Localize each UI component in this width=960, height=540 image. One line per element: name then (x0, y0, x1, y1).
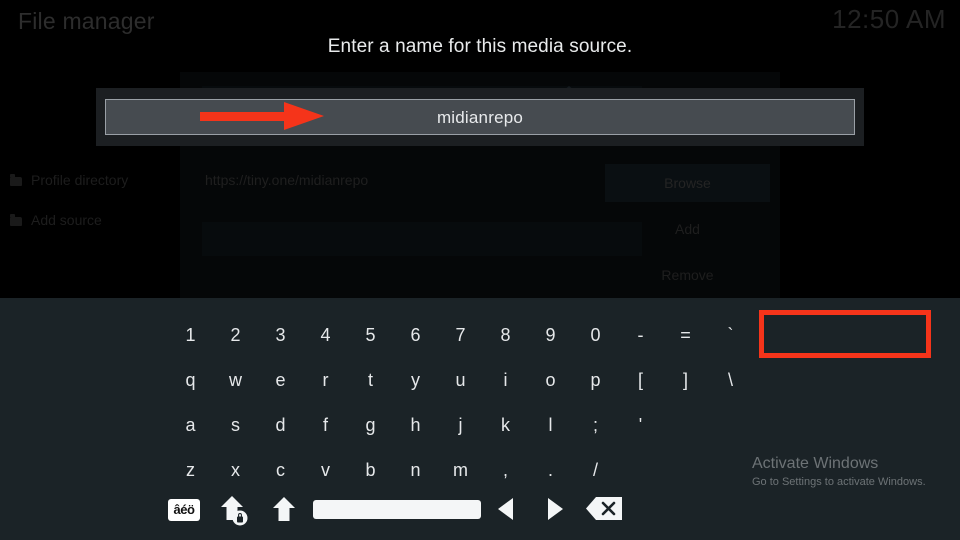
key-s[interactable]: s (213, 404, 258, 446)
key-5[interactable]: 5 (348, 314, 393, 356)
key-1[interactable]: 1 (168, 314, 213, 356)
key-x[interactable]: x (213, 449, 258, 491)
key-[[interactable]: [ (618, 359, 663, 401)
key-`[interactable]: ` (708, 314, 753, 356)
folder-icon (10, 214, 22, 226)
key-c[interactable]: c (258, 449, 303, 491)
annotation-arrow-head (284, 102, 324, 130)
key-0[interactable]: 0 (573, 314, 618, 356)
key-f[interactable]: f (303, 404, 348, 446)
key-p[interactable]: p (573, 359, 618, 401)
key-z[interactable]: z (168, 449, 213, 491)
key-9[interactable]: 9 (528, 314, 573, 356)
remove-button[interactable]: Remove (605, 256, 770, 294)
key-g[interactable]: g (348, 404, 393, 446)
key-q[interactable]: q (168, 359, 213, 401)
watermark-title: Activate Windows (752, 455, 879, 472)
shift-icon (273, 497, 295, 521)
caps-lock-icon (221, 496, 248, 526)
key-3[interactable]: 3 (258, 314, 303, 356)
sidebar-item-profile-directory[interactable]: Profile directory (10, 172, 128, 188)
keyboard-row-bottom: z x c v b n m,. / (168, 449, 748, 494)
sidebar-item-label: Add source (31, 212, 102, 228)
key-a[interactable]: a (168, 404, 213, 446)
key-6[interactable]: 6 (393, 314, 438, 356)
key-w[interactable]: w (213, 359, 258, 401)
backspace-key[interactable] (586, 497, 622, 520)
keyboard-key-grid: 1 2 3 4 5 6 7 8 9 0- = ` q w e r t y u i o p[] \ a s d f g h j k l; ' … (168, 314, 748, 540)
caps-lock-key[interactable] (216, 494, 252, 528)
key-e[interactable]: e (258, 359, 303, 401)
annotation-highlight-ok (759, 310, 931, 358)
folder-icon (10, 174, 22, 186)
key--[interactable]: - (618, 314, 663, 356)
annotation-arrow-icon (200, 102, 324, 130)
cursor-right-key[interactable] (548, 498, 563, 520)
browse-button[interactable]: Browse (605, 164, 770, 202)
clock: 12:50 AM (832, 4, 946, 34)
key-,[interactable]: , (483, 449, 528, 491)
key-t[interactable]: t (348, 359, 393, 401)
keyboard-row-top: q w e r t y u i o p[] \ (168, 359, 748, 404)
key-7[interactable]: 7 (438, 314, 483, 356)
shift-key[interactable] (268, 494, 304, 528)
key-k[interactable]: k (483, 404, 528, 446)
key-'[interactable]: ' (618, 404, 663, 446)
key-j[interactable]: j (438, 404, 483, 446)
key-r[interactable]: r (303, 359, 348, 401)
key-d[interactable]: d (258, 404, 303, 446)
backspace-icon (586, 497, 622, 520)
space-key[interactable] (313, 500, 481, 519)
dialog-prompt: Enter a name for this media source. (327, 36, 633, 57)
source-path-value[interactable]: https://tiny.one/midianrepo (205, 172, 368, 188)
key-i[interactable]: i (483, 359, 528, 401)
key-u[interactable]: u (438, 359, 483, 401)
key-h[interactable]: h (393, 404, 438, 446)
cursor-left-key[interactable] (498, 498, 513, 520)
dialog-row-highlight (202, 222, 642, 256)
keyboard-row-numbers: 1 2 3 4 5 6 7 8 9 0- = ` (168, 314, 748, 359)
key-m[interactable]: m (438, 449, 483, 491)
keyboard-row-home: a s d f g h j k l; ' (168, 404, 748, 449)
key-/[interactable]: / (573, 449, 618, 491)
key-n[interactable]: n (393, 449, 438, 491)
key-;[interactable]: ; (573, 404, 618, 446)
key-.[interactable]: . (528, 449, 573, 491)
keyboard-row-function: âéö (168, 494, 748, 540)
key-o[interactable]: o (528, 359, 573, 401)
accents-key[interactable]: âéö (168, 499, 200, 521)
key-=[interactable]: = (663, 314, 708, 356)
window-title: File manager (18, 8, 155, 34)
annotation-arrow-shaft (200, 112, 288, 121)
watermark-subtitle: Go to Settings to activate Windows. (752, 476, 926, 488)
file-manager-sidebar: Profile directory Add source (0, 150, 180, 300)
key-l[interactable]: l (528, 404, 573, 446)
sidebar-item-add-source[interactable]: Add source (10, 212, 102, 228)
key-2[interactable]: 2 (213, 314, 258, 356)
key-\[interactable]: \ (708, 359, 753, 401)
windows-activation-watermark: Activate Windows Go to Settings to activ… (752, 455, 952, 489)
key-y[interactable]: y (393, 359, 438, 401)
key-b[interactable]: b (348, 449, 393, 491)
add-button[interactable]: Add (605, 210, 770, 248)
kodi-screen: File manager 12:50 AM Profile directory … (0, 0, 960, 540)
key-8[interactable]: 8 (483, 314, 528, 356)
key-][interactable]: ] (663, 359, 708, 401)
sidebar-item-label: Profile directory (31, 172, 129, 188)
key-v[interactable]: v (303, 449, 348, 491)
key-4[interactable]: 4 (303, 314, 348, 356)
